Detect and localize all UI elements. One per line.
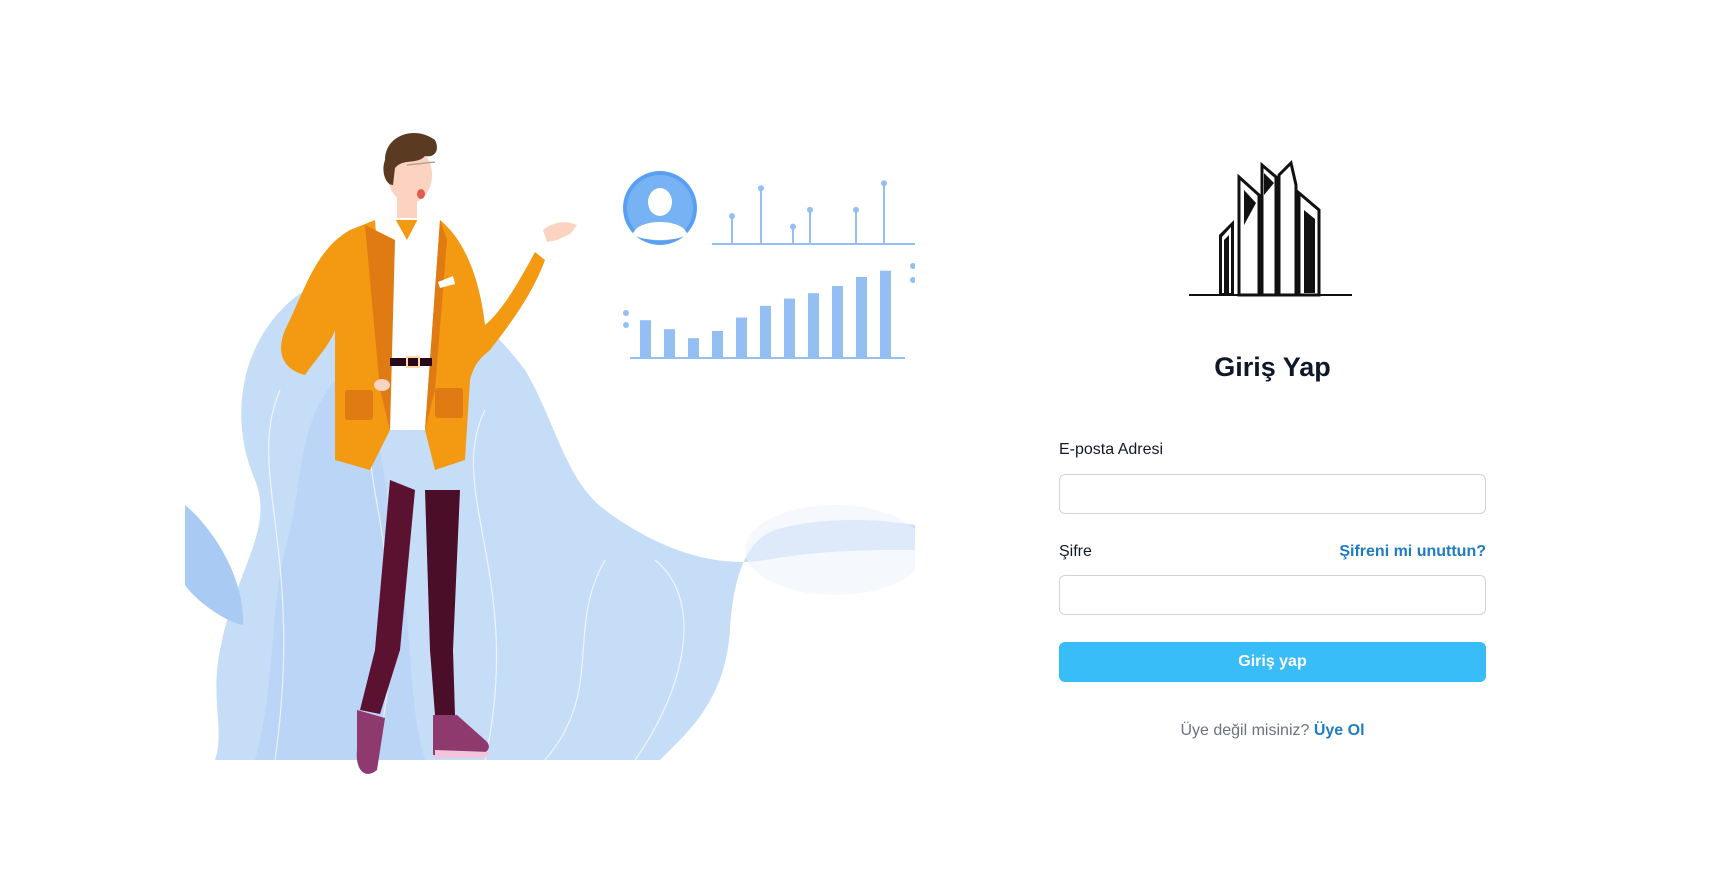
email-field[interactable] xyxy=(1059,474,1486,514)
email-label: E-posta Adresi xyxy=(1059,441,1164,458)
signup-prompt: Üye değil misiniz? xyxy=(1180,722,1310,739)
chart-bar xyxy=(664,329,675,358)
lollipop-dot xyxy=(758,185,764,192)
city-buildings-logo xyxy=(1184,155,1354,305)
chart-bar xyxy=(736,317,747,358)
user-avatar-icon xyxy=(623,171,697,245)
chart-bar xyxy=(688,338,699,358)
page-title: Giriş Yap xyxy=(1214,352,1331,382)
lollipop-dot xyxy=(881,180,887,187)
bar-chart xyxy=(623,263,915,359)
chart-bar xyxy=(784,298,795,358)
chart-bar xyxy=(856,277,867,358)
leaf-shape xyxy=(185,505,244,625)
chart-bar xyxy=(808,293,819,358)
chart-bar xyxy=(880,270,891,358)
password-label: Şifre xyxy=(1059,543,1092,560)
signup-row: Üye değil misiniz? Üye Ol xyxy=(1059,722,1486,740)
chart-bar xyxy=(712,331,723,358)
signup-link[interactable]: Üye Ol xyxy=(1314,722,1365,739)
hero-illustration xyxy=(185,130,915,790)
chart-bar xyxy=(832,286,843,358)
chart-bar xyxy=(760,305,771,358)
login-button[interactable]: Giriş yap xyxy=(1059,642,1486,682)
lollipop-chart xyxy=(712,180,915,245)
lollipop-dot xyxy=(729,213,735,220)
forgot-password-link[interactable]: Şifreni mi unuttun? xyxy=(1339,543,1486,561)
lollipop-dot xyxy=(807,206,813,213)
faded-cloud xyxy=(745,505,915,595)
password-field[interactable] xyxy=(1059,575,1486,615)
lollipop-dot xyxy=(853,206,859,213)
illustration-svg xyxy=(185,132,915,774)
chart-bar xyxy=(640,320,651,358)
lollipop-dot xyxy=(790,223,796,230)
